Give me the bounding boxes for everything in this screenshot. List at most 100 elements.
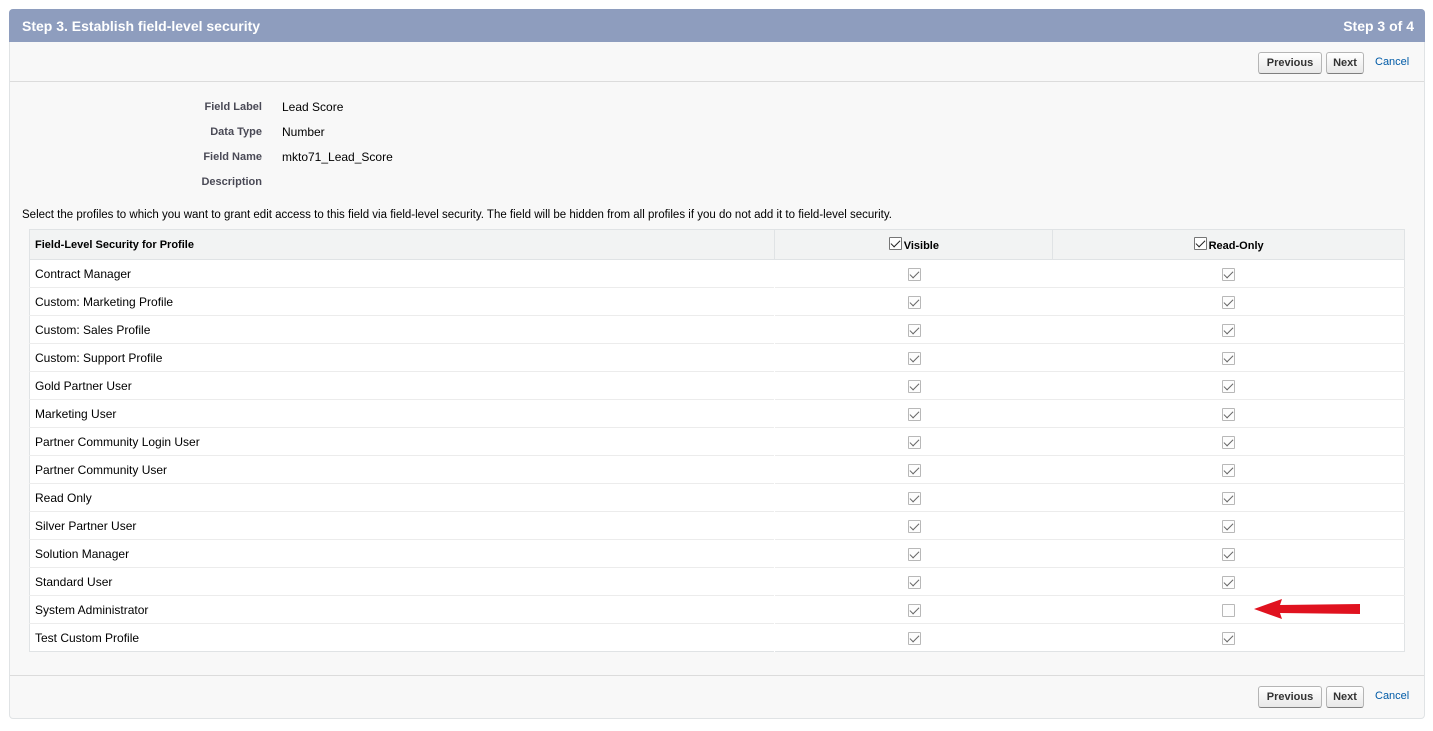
read-only-cell xyxy=(1052,455,1405,484)
field-label-value: Lead Score xyxy=(282,100,344,114)
read-only-cell xyxy=(1052,483,1405,512)
read-only-checkbox[interactable] xyxy=(1221,491,1235,505)
profile-name: Custom: Support Profile xyxy=(29,343,776,372)
field-name-label: Field Name xyxy=(203,151,262,163)
bottom-button-bar: Previous Next Cancel xyxy=(10,675,1424,715)
wizard-header: Step 3. Establish field-level security S… xyxy=(9,9,1425,42)
visible-cell xyxy=(774,595,1053,624)
profile-name: Marketing User xyxy=(29,399,776,428)
profile-name: Solution Manager xyxy=(29,539,776,568)
visible-checkbox[interactable] xyxy=(907,463,921,477)
profile-name: Partner Community User xyxy=(29,455,776,484)
instructions-text: Select the profiles to which you want to… xyxy=(22,209,892,221)
field-level-security-table: Field-Level Security for Profile Visible… xyxy=(28,229,1405,652)
data-type-label: Data Type xyxy=(210,126,262,138)
visible-checkbox[interactable] xyxy=(907,547,921,561)
table-row: Read Only xyxy=(29,483,1405,512)
cancel-link[interactable]: Cancel xyxy=(1375,690,1409,702)
description-label: Description xyxy=(201,176,262,188)
field-name-row: Field Name mkto71_Lead_Score xyxy=(10,150,610,166)
read-only-checkbox[interactable] xyxy=(1221,351,1235,365)
visible-checkbox[interactable] xyxy=(907,323,921,337)
visible-checkbox[interactable] xyxy=(907,407,921,421)
visible-checkbox[interactable] xyxy=(907,351,921,365)
read-only-select-all-checkbox[interactable] xyxy=(1193,236,1207,250)
read-only-checkbox[interactable] xyxy=(1221,463,1235,477)
table-row: Partner Community User xyxy=(29,455,1405,484)
data-type-value: Number xyxy=(282,125,325,139)
visible-cell xyxy=(774,483,1053,512)
read-only-checkbox[interactable] xyxy=(1221,603,1235,617)
read-only-cell xyxy=(1052,623,1405,652)
read-only-checkbox[interactable] xyxy=(1221,379,1235,393)
table-header-row: Field-Level Security for Profile Visible… xyxy=(28,229,1405,260)
profile-name: System Administrator xyxy=(29,595,776,624)
read-only-cell xyxy=(1052,427,1405,456)
visible-checkbox[interactable] xyxy=(907,519,921,533)
red-arrow-icon xyxy=(1254,599,1360,619)
read-only-checkbox[interactable] xyxy=(1221,295,1235,309)
profile-name: Contract Manager xyxy=(29,259,776,288)
read-only-cell xyxy=(1052,259,1405,288)
data-type-row: Data Type Number xyxy=(10,125,610,141)
read-only-checkbox[interactable] xyxy=(1221,323,1235,337)
visible-checkbox[interactable] xyxy=(907,267,921,281)
visible-cell xyxy=(774,455,1053,484)
table-row: Custom: Marketing Profile xyxy=(29,287,1405,316)
read-only-cell xyxy=(1052,287,1405,316)
profile-name: Custom: Sales Profile xyxy=(29,315,776,344)
profile-name: Custom: Marketing Profile xyxy=(29,287,776,316)
wizard-panel: Step 3. Establish field-level security S… xyxy=(9,9,1425,719)
profile-name: Standard User xyxy=(29,567,776,596)
table-row: Partner Community Login User xyxy=(29,427,1405,456)
visible-checkbox[interactable] xyxy=(907,575,921,589)
visible-checkbox[interactable] xyxy=(907,435,921,449)
read-only-checkbox[interactable] xyxy=(1221,435,1235,449)
field-label-label: Field Label xyxy=(204,101,262,113)
cancel-link[interactable]: Cancel xyxy=(1375,56,1409,68)
read-only-checkbox[interactable] xyxy=(1221,631,1235,645)
field-name-value: mkto71_Lead_Score xyxy=(282,150,393,164)
previous-button[interactable]: Previous xyxy=(1258,686,1322,708)
visible-cell xyxy=(774,427,1053,456)
description-row: Description xyxy=(10,175,610,191)
read-only-checkbox[interactable] xyxy=(1221,575,1235,589)
table-row: Test Custom Profile xyxy=(29,623,1405,652)
table-row: Standard User xyxy=(29,567,1405,596)
profile-column-header: Field-Level Security for Profile xyxy=(28,229,776,260)
read-only-checkbox[interactable] xyxy=(1221,519,1235,533)
visible-cell xyxy=(774,623,1053,652)
visible-cell xyxy=(774,259,1053,288)
read-only-cell xyxy=(1052,511,1405,540)
table-row: Solution Manager xyxy=(29,539,1405,568)
visible-checkbox[interactable] xyxy=(907,379,921,393)
visible-checkbox[interactable] xyxy=(907,295,921,309)
visible-cell xyxy=(774,315,1053,344)
visible-column-label: Visible xyxy=(903,239,939,252)
read-only-checkbox[interactable] xyxy=(1221,547,1235,561)
table-row: System Administrator xyxy=(29,595,1405,624)
table-row: Marketing User xyxy=(29,399,1405,428)
next-button[interactable]: Next xyxy=(1326,686,1364,708)
read-only-checkbox[interactable] xyxy=(1221,267,1235,281)
read-only-cell xyxy=(1052,371,1405,400)
visible-checkbox[interactable] xyxy=(907,631,921,645)
visible-checkbox[interactable] xyxy=(907,491,921,505)
visible-select-all-checkbox[interactable] xyxy=(888,236,902,250)
read-only-column-label: Read-Only xyxy=(1208,239,1264,252)
visible-column-header: Visible xyxy=(774,229,1054,260)
visible-cell xyxy=(774,371,1053,400)
previous-button[interactable]: Previous xyxy=(1258,52,1322,74)
visible-cell xyxy=(774,567,1053,596)
visible-cell xyxy=(774,343,1053,372)
field-label-row: Field Label Lead Score xyxy=(10,100,610,116)
visible-cell xyxy=(774,511,1053,540)
next-button[interactable]: Next xyxy=(1326,52,1364,74)
visible-cell xyxy=(774,399,1053,428)
visible-checkbox[interactable] xyxy=(907,603,921,617)
wizard-title: Step 3. Establish field-level security xyxy=(22,18,261,34)
profile-name: Test Custom Profile xyxy=(29,623,776,652)
visible-cell xyxy=(774,539,1053,568)
read-only-cell xyxy=(1052,567,1405,596)
read-only-checkbox[interactable] xyxy=(1221,407,1235,421)
